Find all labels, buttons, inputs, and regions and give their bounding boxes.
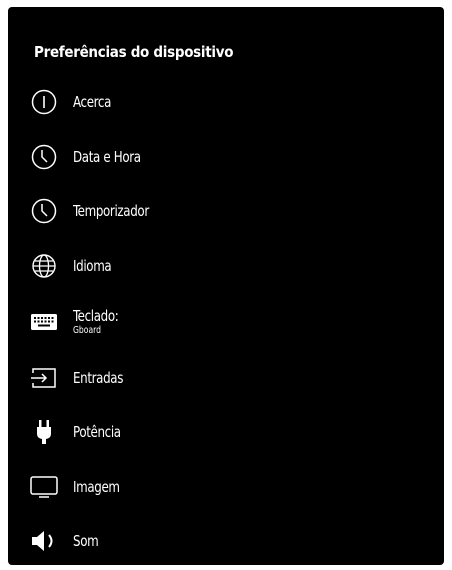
timer-icon: [30, 197, 58, 225]
menu-item-label: Teclado:: [73, 307, 119, 325]
menu-item-label: Idioma: [73, 256, 112, 275]
panel-title: Preferências do dispositivo: [34, 43, 234, 61]
menu-item-label: Som: [73, 531, 99, 550]
menu-item-label: Imagem: [73, 477, 120, 496]
keyboard-icon: [30, 308, 58, 336]
menu-item-power[interactable]: Potência: [30, 412, 430, 452]
speaker-icon: [30, 527, 58, 555]
clock-icon: [30, 143, 58, 171]
menu-item-picture[interactable]: Imagem: [30, 467, 430, 507]
menu-item-language[interactable]: Idioma: [30, 246, 430, 286]
menu-item-keyboard[interactable]: Teclado: Gboard: [30, 302, 430, 342]
menu-item-about[interactable]: Acerca: [30, 82, 430, 122]
globe-icon: [30, 252, 58, 280]
menu-item-timer[interactable]: Temporizador: [30, 191, 430, 231]
menu-item-label: Entradas: [73, 368, 124, 387]
info-icon: [30, 88, 58, 116]
device-preferences-panel: Preferências do dispositivo Acerca Data …: [8, 7, 444, 565]
menu-item-label: Temporizador: [73, 201, 149, 220]
menu-item-label: Data e Hora: [73, 147, 141, 166]
menu-item-inputs[interactable]: Entradas: [30, 358, 430, 398]
menu-item-sublabel: Gboard: [73, 325, 101, 336]
menu-item-sound[interactable]: Som: [30, 521, 430, 561]
menu-item-label: Acerca: [73, 92, 112, 111]
power-plug-icon: [30, 418, 58, 446]
input-icon: [30, 364, 58, 392]
menu-item-date-time[interactable]: Data e Hora: [30, 137, 430, 177]
menu-item-label: Potência: [73, 422, 121, 441]
monitor-icon: [30, 473, 58, 501]
